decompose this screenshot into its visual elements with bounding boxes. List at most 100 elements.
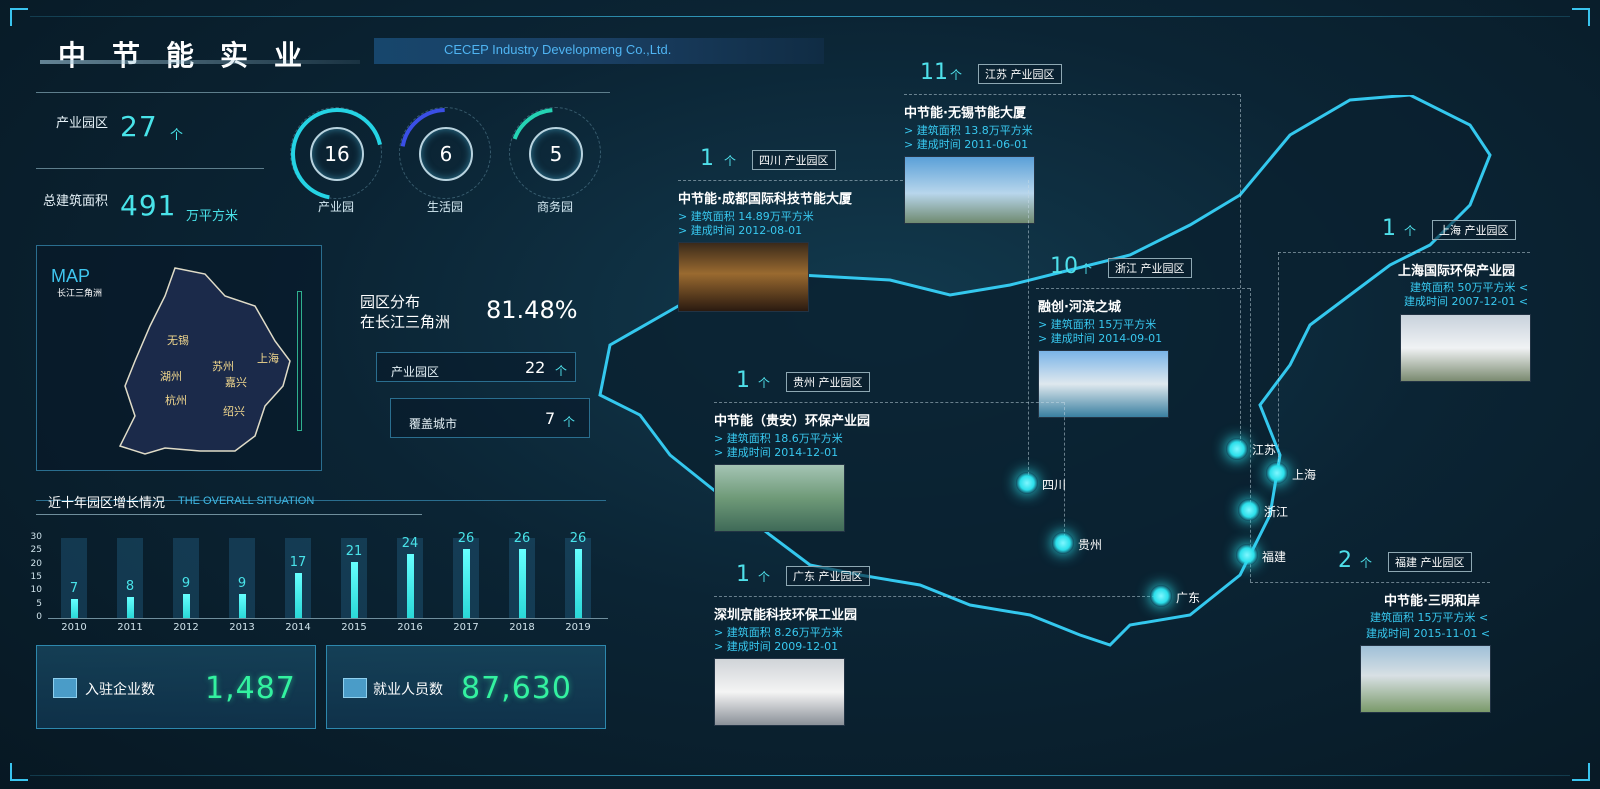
company-subtitle: CECEP Industry Developmeng Co.,Ltd. bbox=[374, 38, 824, 64]
growth-title-en: THE OVERALL SITUATION bbox=[178, 495, 315, 507]
province-tag[interactable]: 广东 产业园区 bbox=[786, 566, 870, 586]
y-tick-label: 15 bbox=[30, 572, 42, 582]
province-node-label: 福建 bbox=[1262, 550, 1287, 564]
park-name[interactable]: 上海国际环保产业园 bbox=[1398, 260, 1515, 279]
province-node[interactable] bbox=[1238, 499, 1260, 521]
delta-map-panel[interactable]: MAP 长江三角洲 无锡 苏州 上海 湖州 嘉兴 杭州 绍兴 bbox=[36, 245, 322, 471]
building-icon bbox=[53, 678, 77, 698]
park-date: > 建成时间 2009-12-01 bbox=[714, 640, 839, 653]
kpi-label: 入驻企业数 bbox=[85, 682, 155, 698]
province-count: 1 bbox=[736, 562, 750, 587]
bar-value-label: 26 bbox=[457, 530, 475, 546]
park-photo[interactable] bbox=[714, 658, 845, 726]
ring-label: 商务园 bbox=[536, 200, 573, 214]
province-node-label: 江苏 bbox=[1252, 443, 1277, 457]
province-count-unit: 个 bbox=[1404, 224, 1417, 238]
bar-value-label: 21 bbox=[345, 544, 363, 559]
dash-leader bbox=[714, 402, 1064, 403]
kpi-enterprises[interactable]: 入驻企业数 1,487 bbox=[36, 645, 316, 729]
province-node[interactable] bbox=[1236, 544, 1258, 566]
bar[interactable] bbox=[407, 554, 414, 618]
bar-value-label: 7 bbox=[69, 581, 79, 597]
province-count: 2 bbox=[1338, 548, 1352, 573]
growth-title: 近十年园区增长情况 bbox=[48, 496, 166, 511]
park-photo[interactable] bbox=[678, 242, 809, 312]
province-count-unit: 个 bbox=[724, 154, 737, 168]
dash-leader bbox=[1250, 582, 1490, 583]
dash-leader bbox=[1250, 288, 1251, 508]
x-tick-label: 2012 bbox=[173, 622, 199, 633]
bottom-frame-line bbox=[30, 775, 1570, 776]
park-type-ring[interactable]: 16 bbox=[290, 107, 384, 200]
delta-parks-box[interactable]: 产业园区 22 个 bbox=[376, 352, 576, 382]
province-count: 10 bbox=[1050, 254, 1078, 279]
parks-stat-label: 产业园区 bbox=[55, 116, 108, 131]
corner-decoration bbox=[1572, 763, 1590, 781]
city-label: 无锡 bbox=[167, 334, 189, 347]
dash-leader bbox=[678, 180, 908, 181]
x-tick-label: 2016 bbox=[397, 622, 423, 633]
x-tick-label: 2013 bbox=[229, 622, 255, 633]
x-tick-label: 2017 bbox=[453, 622, 479, 633]
province-node[interactable] bbox=[1052, 532, 1074, 554]
x-axis-line bbox=[48, 618, 608, 619]
province-node[interactable] bbox=[1150, 585, 1172, 607]
corner-decoration bbox=[10, 8, 28, 26]
park-type-ring[interactable]: 5 bbox=[509, 107, 602, 200]
bar[interactable] bbox=[183, 594, 190, 618]
parks-stat-label-group: 产业园区 bbox=[52, 112, 108, 131]
city-label: 苏州 bbox=[212, 360, 234, 373]
park-photo[interactable] bbox=[714, 464, 845, 532]
province-node[interactable] bbox=[1016, 472, 1038, 494]
province-node-label: 贵州 bbox=[1078, 538, 1103, 552]
kpi-employees[interactable]: 就业人员数 87,630 bbox=[326, 645, 606, 729]
park-photo[interactable] bbox=[1360, 645, 1491, 713]
park-photo[interactable] bbox=[904, 156, 1035, 224]
park-photo[interactable] bbox=[1400, 314, 1531, 382]
distribution-line-2: 在长江三角洲 bbox=[360, 313, 451, 331]
park-name[interactable]: 中节能·三明和岸 bbox=[1384, 590, 1480, 609]
province-tag[interactable]: 江苏 产业园区 bbox=[978, 64, 1062, 84]
park-name[interactable]: 中节能（贵安）环保产业园 bbox=[714, 410, 870, 429]
delta-cities-box[interactable]: 覆盖城市 7 个 bbox=[390, 398, 590, 438]
province-node[interactable] bbox=[1266, 462, 1288, 484]
bar[interactable] bbox=[71, 599, 78, 618]
park-photo[interactable] bbox=[1038, 350, 1169, 418]
bar[interactable] bbox=[127, 596, 134, 618]
title-underline bbox=[40, 60, 360, 64]
y-tick-label: 5 bbox=[36, 598, 42, 609]
province-count-unit: 个 bbox=[950, 68, 963, 82]
park-type-ring[interactable]: 6 bbox=[399, 107, 492, 200]
province-tag[interactable]: 浙江 产业园区 bbox=[1108, 258, 1192, 278]
park-name[interactable]: 中节能·成都国际科技节能大厦 bbox=[678, 188, 852, 207]
bar[interactable] bbox=[575, 548, 582, 618]
province-node-label: 广东 bbox=[1176, 591, 1201, 605]
province-tag[interactable]: 贵州 产业园区 bbox=[786, 372, 870, 392]
dash-leader bbox=[1278, 252, 1530, 253]
delta-parks-label: 产业园区 bbox=[391, 365, 440, 379]
province-tag[interactable]: 福建 产业园区 bbox=[1388, 552, 1472, 572]
bar[interactable] bbox=[351, 562, 358, 618]
province-count: 1 bbox=[736, 368, 750, 393]
park-name[interactable]: 中节能·无锡节能大厦 bbox=[904, 102, 1026, 121]
building-icon bbox=[343, 678, 367, 698]
province-count: 1 bbox=[1382, 216, 1396, 241]
park-name[interactable]: 融创·河滨之城 bbox=[1038, 296, 1121, 315]
bar-value-label: 26 bbox=[513, 530, 531, 546]
province-count-unit: 个 bbox=[758, 376, 771, 390]
park-name[interactable]: 深圳京能科技环保工业园 bbox=[714, 604, 857, 623]
city-label: 绍兴 bbox=[223, 405, 245, 418]
delta-cities-label: 覆盖城市 bbox=[409, 417, 458, 431]
bar[interactable] bbox=[463, 548, 470, 618]
bar[interactable] bbox=[519, 548, 526, 618]
province-tag[interactable]: 上海 产业园区 bbox=[1432, 220, 1516, 240]
y-tick-label: 0 bbox=[36, 612, 42, 622]
park-date: > 建成时间 2012-08-01 bbox=[678, 224, 803, 237]
top-frame-line bbox=[30, 16, 1570, 17]
scale-indicator bbox=[297, 291, 302, 431]
province-node[interactable] bbox=[1226, 438, 1248, 460]
bar[interactable] bbox=[295, 572, 302, 618]
bar[interactable] bbox=[239, 594, 246, 618]
dash-leader bbox=[1036, 288, 1250, 289]
province-tag[interactable]: 四川 产业园区 bbox=[752, 150, 836, 170]
